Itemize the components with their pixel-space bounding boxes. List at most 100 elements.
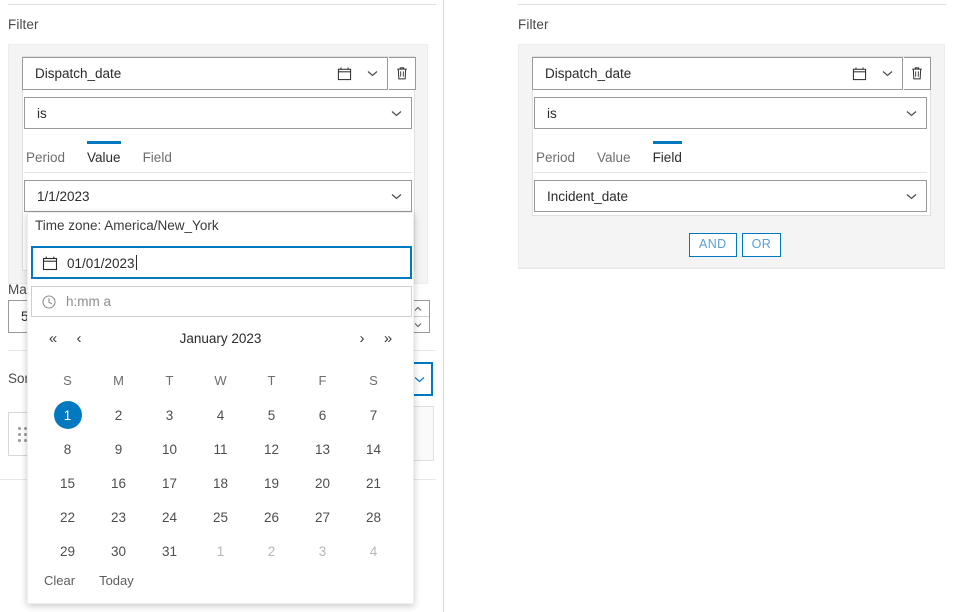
calendar-day[interactable]: 16 <box>93 466 144 500</box>
calendar-day-label: 2 <box>114 407 123 423</box>
calendar-day[interactable]: 7 <box>348 398 399 432</box>
right-field-select[interactable]: Dispatch_date <box>532 57 903 90</box>
chevron-down-icon[interactable] <box>896 193 926 200</box>
double-chevron-right-icon[interactable]: » <box>375 331 401 346</box>
calendar-day-label: 26 <box>263 509 280 525</box>
sort-label: Sor <box>8 371 30 386</box>
calendar-day[interactable]: 22 <box>42 500 93 534</box>
calendar-day-label: 1 <box>53 401 82 429</box>
left-filter-title: Filter <box>8 17 39 32</box>
calendar-day[interactable]: 2 <box>246 534 297 568</box>
and-button[interactable]: AND <box>689 233 737 257</box>
today-button[interactable]: Today <box>99 573 134 588</box>
calendar-day-label: 22 <box>59 509 76 525</box>
calendar-day[interactable]: 19 <box>246 466 297 500</box>
calendar-day-label: 16 <box>110 475 127 491</box>
calendar-day[interactable]: 26 <box>246 500 297 534</box>
calendar-day[interactable]: 15 <box>42 466 93 500</box>
calendar-day[interactable]: 13 <box>297 432 348 466</box>
right-delete-rule-button[interactable] <box>904 57 931 90</box>
calendar-day[interactable]: 23 <box>93 500 144 534</box>
calendar-day[interactable]: 30 <box>93 534 144 568</box>
calendar-day-label: 12 <box>263 441 280 457</box>
chevron-down-icon[interactable] <box>896 110 926 117</box>
clear-button[interactable]: Clear <box>44 573 75 588</box>
calendar-day[interactable]: 9 <box>93 432 144 466</box>
drag-dots-icon <box>17 426 27 442</box>
or-button[interactable]: OR <box>741 233 782 257</box>
calendar-day[interactable]: 29 <box>42 534 93 568</box>
chevron-left-icon[interactable]: ‹ <box>66 331 92 346</box>
left-operator-select[interactable]: is <box>24 97 412 129</box>
calendar-day[interactable]: 20 <box>297 466 348 500</box>
chevron-down-icon[interactable] <box>357 70 387 77</box>
dow-thu: T <box>267 373 276 388</box>
calendar-day[interactable]: 6 <box>297 398 348 432</box>
date-text-input[interactable]: 01/01/2023 <box>31 246 412 279</box>
calendar-day[interactable]: 12 <box>246 432 297 466</box>
left-tabs-divider <box>24 172 412 173</box>
left-top-divider <box>8 4 436 5</box>
calendar-day[interactable]: 1 <box>42 398 93 432</box>
calendar-day[interactable]: 10 <box>144 432 195 466</box>
calendar-day-label: 31 <box>161 543 178 559</box>
left-tab-field[interactable]: Field <box>143 144 172 172</box>
chevron-down-icon[interactable] <box>381 193 411 200</box>
calendar-day-label: 19 <box>263 475 280 491</box>
calendar-day[interactable]: 25 <box>195 500 246 534</box>
right-field-select-value: Dispatch_date <box>545 66 632 81</box>
right-tabs-divider <box>534 172 927 173</box>
calendar-day[interactable]: 3 <box>144 398 195 432</box>
right-tab-field[interactable]: Field <box>652 141 683 172</box>
chevron-down-icon[interactable] <box>381 110 411 117</box>
chevron-right-icon[interactable]: › <box>349 331 375 346</box>
calendar-day[interactable]: 17 <box>144 466 195 500</box>
right-tab-value[interactable]: Value <box>597 144 631 172</box>
left-value-select-value: 1/1/2023 <box>37 188 90 204</box>
calendar-day[interactable]: 4 <box>348 534 399 568</box>
left-tab-period[interactable]: Period <box>26 144 65 172</box>
date-text-value: 01/01/2023 <box>67 254 137 271</box>
calendar-day-label: 25 <box>212 509 229 525</box>
trash-icon <box>395 66 409 81</box>
calendar-day-label: 3 <box>318 543 327 559</box>
calendar-day-label: 11 <box>213 441 228 457</box>
calendar-icon <box>846 66 872 81</box>
calendar-day[interactable]: 27 <box>297 500 348 534</box>
time-text-input[interactable]: h:mm a <box>31 286 412 317</box>
calendar-day[interactable]: 4 <box>195 398 246 432</box>
calendar-day-label: 5 <box>267 407 276 423</box>
calendar-day-label: 9 <box>114 441 123 457</box>
calendar-day-label: 27 <box>314 509 331 525</box>
left-tab-value[interactable]: Value <box>87 141 121 172</box>
calendar-day[interactable]: 3 <box>297 534 348 568</box>
calendar-day[interactable]: 18 <box>195 466 246 500</box>
calendar-day[interactable]: 14 <box>348 432 399 466</box>
double-chevron-left-icon[interactable]: « <box>40 331 66 346</box>
calendar-day[interactable]: 2 <box>93 398 144 432</box>
calendar-day-label: 28 <box>365 509 382 525</box>
logic-buttons: AND OR <box>689 233 782 257</box>
right-field-value: Incident_date <box>547 188 629 204</box>
left-value-select[interactable]: 1/1/2023 <box>24 180 412 212</box>
calendar-day[interactable]: 21 <box>348 466 399 500</box>
calendar-day-label: 6 <box>318 407 327 423</box>
right-tab-period[interactable]: Period <box>536 144 575 172</box>
left-delete-rule-button[interactable] <box>389 57 416 90</box>
right-field-value-select[interactable]: Incident_date <box>534 180 927 212</box>
left-field-select[interactable]: Dispatch_date <box>22 57 388 90</box>
calendar-day[interactable]: 11 <box>195 432 246 466</box>
right-operator-select[interactable]: is <box>534 97 927 129</box>
calendar-day[interactable]: 5 <box>246 398 297 432</box>
calendar-day[interactable]: 8 <box>42 432 93 466</box>
calendar-icon <box>33 255 67 271</box>
calendar-day[interactable]: 1 <box>195 534 246 568</box>
dow-wed: W <box>214 373 227 388</box>
left-field-select-value: Dispatch_date <box>35 66 122 81</box>
chevron-down-icon[interactable] <box>872 70 902 77</box>
calendar-day[interactable]: 28 <box>348 500 399 534</box>
calendar-day-label: 24 <box>161 509 178 525</box>
calendar-day[interactable]: 31 <box>144 534 195 568</box>
right-top-divider <box>518 4 946 5</box>
calendar-day[interactable]: 24 <box>144 500 195 534</box>
